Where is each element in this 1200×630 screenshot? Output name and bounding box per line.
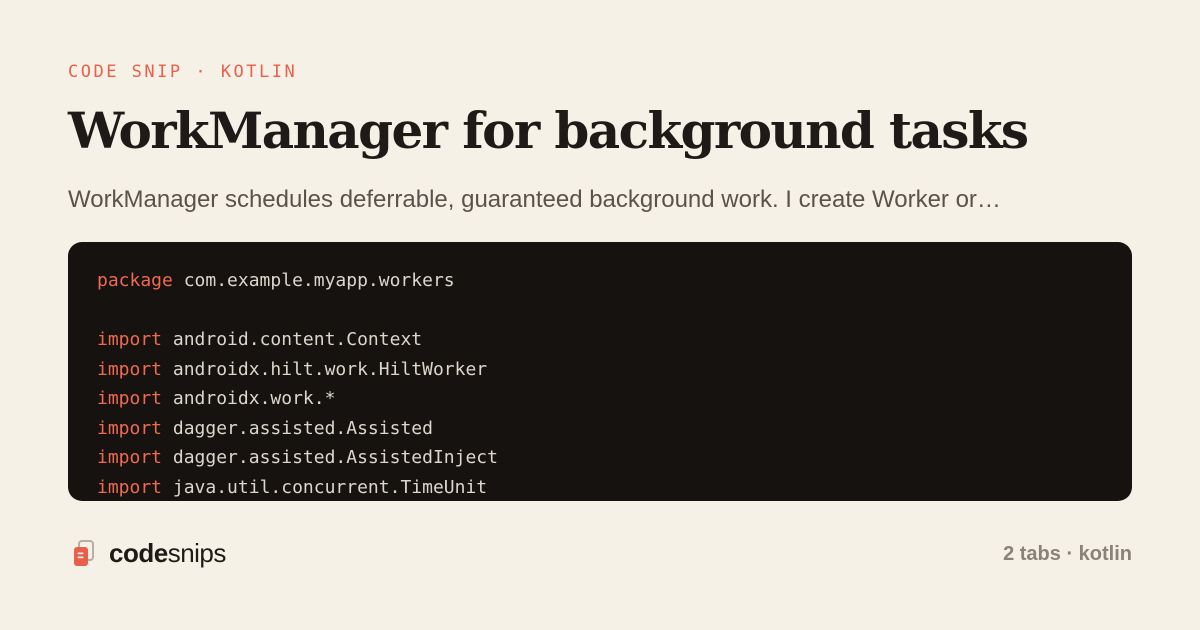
code-keyword: import bbox=[97, 358, 163, 380]
code-keyword: import bbox=[97, 476, 163, 498]
code-line: import java.util.concurrent.TimeUnit bbox=[97, 473, 498, 502]
code-line: import androidx.work.* bbox=[97, 384, 498, 414]
code-line: import android.content.Context bbox=[97, 325, 498, 355]
code-content: package com.example.myapp.workers import… bbox=[97, 266, 498, 501]
stacked-pages-icon bbox=[74, 539, 94, 566]
code-keyword: import bbox=[97, 447, 163, 468]
code-text: androidx.work.* bbox=[162, 388, 336, 409]
kicker-label: CODE SNIP · KOTLIN bbox=[68, 62, 298, 82]
code-line: import dagger.assisted.AssistedInject bbox=[97, 443, 498, 473]
code-line: import androidx.hilt.work.HiltWorker bbox=[97, 355, 498, 385]
brand-name-light: snips bbox=[167, 538, 227, 568]
code-text: dagger.assisted.AssistedInject bbox=[162, 447, 498, 468]
code-keyword: import bbox=[97, 329, 163, 350]
code-text: dagger.assisted.Assisted bbox=[162, 417, 433, 439]
code-text: com.example.myapp.workers bbox=[172, 270, 455, 291]
code-text: java.util.concurrent.TimeUnit bbox=[162, 476, 488, 498]
code-block: package com.example.myapp.workers import… bbox=[68, 242, 1132, 501]
code-line: package com.example.myapp.workers bbox=[97, 266, 498, 296]
code-keyword: import bbox=[97, 388, 163, 409]
description: WorkManager schedules deferrable, guaran… bbox=[68, 186, 1001, 213]
code-line: import dagger.assisted.Assisted bbox=[97, 414, 498, 444]
code-keyword: import bbox=[97, 417, 163, 439]
brand-name-bold: code bbox=[109, 538, 168, 568]
code-text: androidx.hilt.work.HiltWorker bbox=[162, 358, 488, 380]
code-keyword: package bbox=[97, 270, 173, 291]
brand-name: codesnips bbox=[109, 538, 226, 569]
snippet-meta: 2 tabs · kotlin bbox=[1003, 543, 1132, 565]
brand-logo: codesnips bbox=[72, 538, 226, 569]
code-text: android.content.Context bbox=[162, 329, 423, 350]
page-title: WorkManager for background tasks bbox=[68, 101, 1029, 160]
